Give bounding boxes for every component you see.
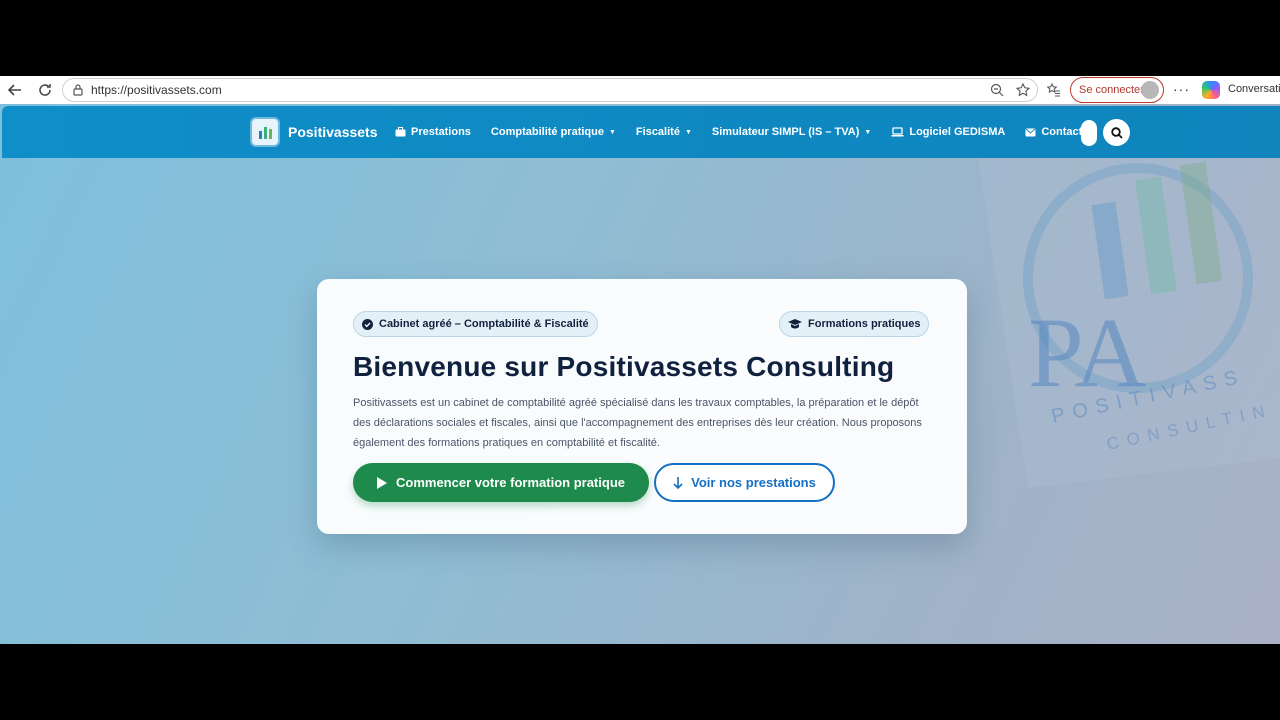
nav-item-label: Prestations bbox=[411, 126, 471, 138]
signin-button[interactable]: Se connecter bbox=[1070, 77, 1164, 103]
nav-item-label: Simulateur SIMPL (IS – TVA) bbox=[711, 126, 860, 138]
nav-item-gedisma[interactable]: Logiciel GEDISMA bbox=[891, 126, 1005, 138]
search-button[interactable] bbox=[1103, 119, 1130, 146]
view-services-label: Voir nos prestations bbox=[691, 475, 816, 490]
zoom-out-icon[interactable] bbox=[989, 82, 1005, 98]
hero-card: Cabinet agréé – Comptabilité & Fiscalité… bbox=[317, 279, 967, 534]
start-training-button[interactable]: Commencer votre formation pratique bbox=[353, 463, 649, 502]
badge-training: Formations pratiques bbox=[779, 311, 930, 337]
briefcase-icon bbox=[395, 127, 406, 137]
graduation-cap-icon bbox=[788, 319, 802, 329]
page-title: Bienvenue sur Positivassets Consulting bbox=[353, 351, 895, 382]
laptop-icon bbox=[891, 127, 904, 137]
badge-accredited: Cabinet agréé – Comptabilité & Fiscalité bbox=[353, 311, 598, 337]
view-services-button[interactable]: Voir nos prestations bbox=[654, 463, 835, 502]
back-arrow-icon[interactable] bbox=[4, 79, 26, 101]
play-icon bbox=[377, 476, 387, 489]
nav-item-comptabilite[interactable]: Comptabilité pratique ▼ bbox=[491, 126, 616, 138]
badge-label: Formations pratiques bbox=[808, 318, 921, 330]
brand-name: Positivassets bbox=[288, 124, 378, 140]
browser-toolbar: https://positivassets.com Se connecter ·… bbox=[0, 76, 1280, 104]
nav-item-label: Comptabilité pratique bbox=[490, 126, 604, 138]
copilot-label[interactable]: Conversatio bbox=[1228, 83, 1280, 95]
avatar bbox=[1141, 81, 1159, 99]
reload-icon[interactable] bbox=[34, 79, 56, 101]
badge-label: Cabinet agréé – Comptabilité & Fiscalité bbox=[379, 318, 589, 330]
start-training-label: Commencer votre formation pratique bbox=[396, 475, 625, 490]
nav-item-simulateur[interactable]: Simulateur SIMPL (IS – TVA) ▼ bbox=[712, 126, 871, 138]
copilot-icon[interactable] bbox=[1202, 81, 1220, 99]
search-icon bbox=[1110, 126, 1123, 139]
page-viewport: PA POSITIVASS CONSULTIN Positivassets Pr… bbox=[0, 104, 1280, 644]
check-circle-icon bbox=[362, 318, 373, 330]
envelope-icon bbox=[1025, 128, 1036, 136]
watermark-logo: PA POSITIVASS CONSULTIN bbox=[978, 158, 1280, 488]
signin-label: Se connecter bbox=[1079, 84, 1144, 96]
caret-down-icon: ▼ bbox=[608, 128, 616, 136]
address-bar[interactable]: https://positivassets.com bbox=[62, 78, 1038, 102]
caret-down-icon: ▼ bbox=[684, 128, 692, 136]
main-menu: Prestations Comptabilité pratique ▼ Fisc… bbox=[395, 106, 1102, 158]
nav-item-label: Contact bbox=[1041, 126, 1083, 138]
nav-item-prestations[interactable]: Prestations bbox=[395, 126, 471, 138]
nav-item-label: Fiscalité bbox=[635, 126, 680, 138]
favorites-list-icon[interactable] bbox=[1046, 82, 1062, 98]
site-info-icon[interactable] bbox=[71, 83, 85, 97]
brand-logo-icon bbox=[250, 117, 280, 147]
nav-item-label: Logiciel GEDISMA bbox=[909, 126, 1006, 138]
brand-link[interactable]: Positivassets bbox=[250, 117, 378, 147]
nav-item-contact[interactable]: Contact bbox=[1025, 126, 1082, 138]
url-text[interactable]: https://positivassets.com bbox=[91, 83, 222, 97]
theme-toggle[interactable] bbox=[1081, 120, 1097, 146]
nav-item-fiscalite[interactable]: Fiscalité ▼ bbox=[636, 126, 692, 138]
more-menu-icon[interactable]: ··· bbox=[1173, 81, 1190, 97]
favorite-star-icon[interactable] bbox=[1015, 82, 1031, 98]
arrow-down-icon bbox=[673, 476, 683, 489]
caret-down-icon: ▼ bbox=[864, 128, 872, 136]
hero-description: Positivassets est un cabinet de comptabi… bbox=[353, 397, 922, 449]
site-navbar: Positivassets Prestations Comptabilité p… bbox=[2, 106, 1280, 158]
